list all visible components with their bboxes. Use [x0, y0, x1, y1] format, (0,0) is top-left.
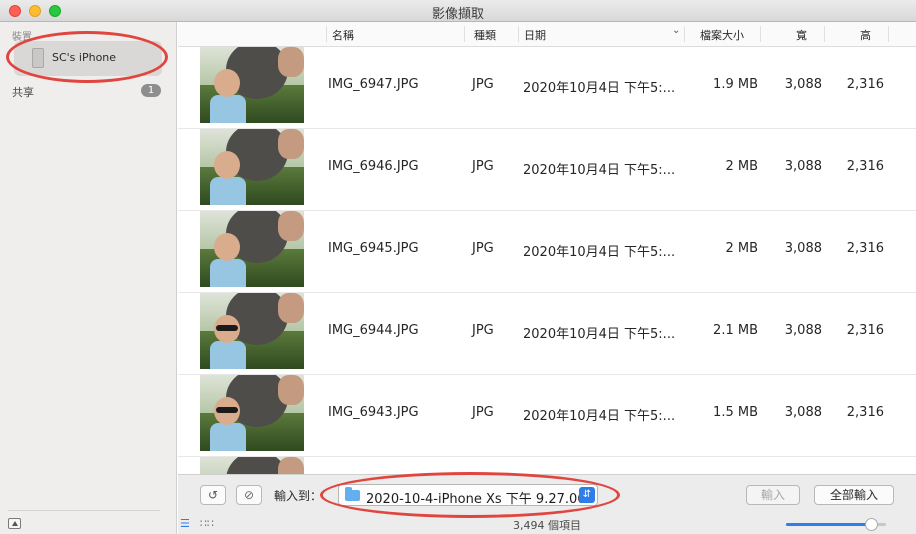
cell-height: 2,316 [846, 77, 884, 92]
thumbnail-size-slider[interactable] [786, 518, 886, 531]
column-separator[interactable] [824, 26, 825, 42]
cell-date: 2020年10月4日 下午5:... [523, 245, 676, 260]
import-to-label: 輸入到： [274, 489, 323, 503]
prohibit-icon: ⊘ [243, 488, 255, 502]
sidebar: 裝置 SC's iPhone 共享 1 [0, 22, 177, 534]
cell-kind: JPG [472, 159, 494, 174]
table-row[interactable]: IMG_6946.JPG JPG 2020年10月4日 下午5:... 2 MB… [178, 129, 916, 211]
cell-height: 2,316 [846, 241, 884, 256]
column-separator[interactable] [888, 26, 889, 42]
photo-thumbnail [200, 375, 304, 451]
column-separator[interactable] [326, 26, 327, 42]
table-row[interactable]: IMG_6947.JPG JPG 2020年10月4日 下午5:... 1.9 … [178, 47, 916, 129]
cell-width: 3,088 [784, 77, 822, 92]
title-bar: 影像擷取 [0, 0, 916, 22]
column-separator[interactable] [464, 26, 465, 42]
table-row[interactable]: IMG_6945.JPG JPG 2020年10月4日 下午5:... 2 MB… [178, 211, 916, 293]
column-header-name[interactable]: 名稱 [332, 27, 354, 43]
sort-chevron-down-icon[interactable]: ⌄ [672, 25, 680, 36]
import-all-button[interactable]: 全部輸入 [814, 485, 894, 505]
column-header-height[interactable]: 高 [860, 27, 871, 43]
photo-thumbnail [200, 211, 304, 287]
sidebar-divider [8, 510, 160, 511]
photo-thumbnail [200, 47, 304, 123]
rotate-icon: ↺ [207, 488, 219, 502]
annotation-oval-device [6, 31, 168, 83]
cell-size: 1.9 MB [713, 77, 758, 92]
table-row[interactable]: IMG_6943.JPG JPG 2020年10月4日 下午5:... 1.5 … [178, 375, 916, 457]
cell-name: IMG_6943.JPG [328, 405, 419, 420]
cell-kind: JPG [472, 241, 494, 256]
column-header-kind[interactable]: 種類 [474, 27, 496, 43]
column-header-size[interactable]: 檔案大小 [700, 27, 744, 43]
cell-size: 2.1 MB [713, 323, 758, 338]
photo-thumbnail [200, 129, 304, 205]
cell-height: 2,316 [846, 323, 884, 338]
cell-date: 2020年10月4日 下午5:... [523, 327, 676, 342]
cell-name: IMG_6946.JPG [328, 159, 419, 174]
cell-kind: JPG [472, 405, 494, 420]
slider-knob[interactable] [865, 518, 878, 531]
cell-date: 2020年10月4日 下午5:... [523, 409, 676, 424]
cell-height: 2,316 [846, 405, 884, 420]
photo-thumbnail [200, 293, 304, 369]
window-title: 影像擷取 [431, 7, 484, 22]
table-row[interactable]: IMG_6944.JPG JPG 2020年10月4日 下午5:... 2.1 … [178, 293, 916, 375]
cell-height: 2,316 [846, 159, 884, 174]
column-separator[interactable] [684, 26, 685, 42]
cell-name: IMG_6944.JPG [328, 323, 419, 338]
cell-size: 2 MB [725, 241, 758, 256]
slider-fill [786, 523, 871, 526]
cell-kind: JPG [472, 77, 494, 92]
cell-width: 3,088 [784, 405, 822, 420]
column-header-width[interactable]: 寬 [796, 27, 807, 43]
cell-width: 3,088 [784, 241, 822, 256]
cell-kind: JPG [472, 323, 494, 338]
cell-date: 2020年10月4日 下午5:... [523, 81, 676, 96]
photo-list[interactable]: IMG_6947.JPG JPG 2020年10月4日 下午5:... 1.9 … [178, 47, 916, 474]
cell-name: IMG_6947.JPG [328, 77, 419, 92]
annotation-oval-destination [320, 472, 620, 518]
import-button[interactable]: 輸入 [746, 485, 800, 505]
cell-size: 2 MB [725, 159, 758, 174]
photo-thumbnail [200, 457, 304, 474]
rotate-button[interactable]: ↺ [200, 485, 226, 505]
list-header: 名稱 種類 日期 ⌄ 檔案大小 寬 高 [178, 22, 916, 47]
column-separator[interactable] [518, 26, 519, 42]
eject-icon[interactable] [8, 518, 21, 529]
cell-width: 3,088 [784, 159, 822, 174]
cell-width: 3,088 [784, 323, 822, 338]
delete-button[interactable]: ⊘ [236, 485, 262, 505]
cell-size: 1.5 MB [713, 405, 758, 420]
list-scrollbar[interactable] [912, 47, 916, 474]
status-bar: ☰ ∷∷ 3,494 個項目 [178, 515, 916, 534]
table-row-partial[interactable] [178, 457, 916, 474]
cell-date: 2020年10月4日 下午5:... [523, 163, 676, 178]
shared-count-badge: 1 [141, 84, 161, 97]
cell-name: IMG_6945.JPG [328, 241, 419, 256]
column-separator[interactable] [760, 26, 761, 42]
column-header-date[interactable]: 日期 [524, 27, 546, 43]
shared-section-label[interactable]: 共享 [12, 84, 34, 100]
